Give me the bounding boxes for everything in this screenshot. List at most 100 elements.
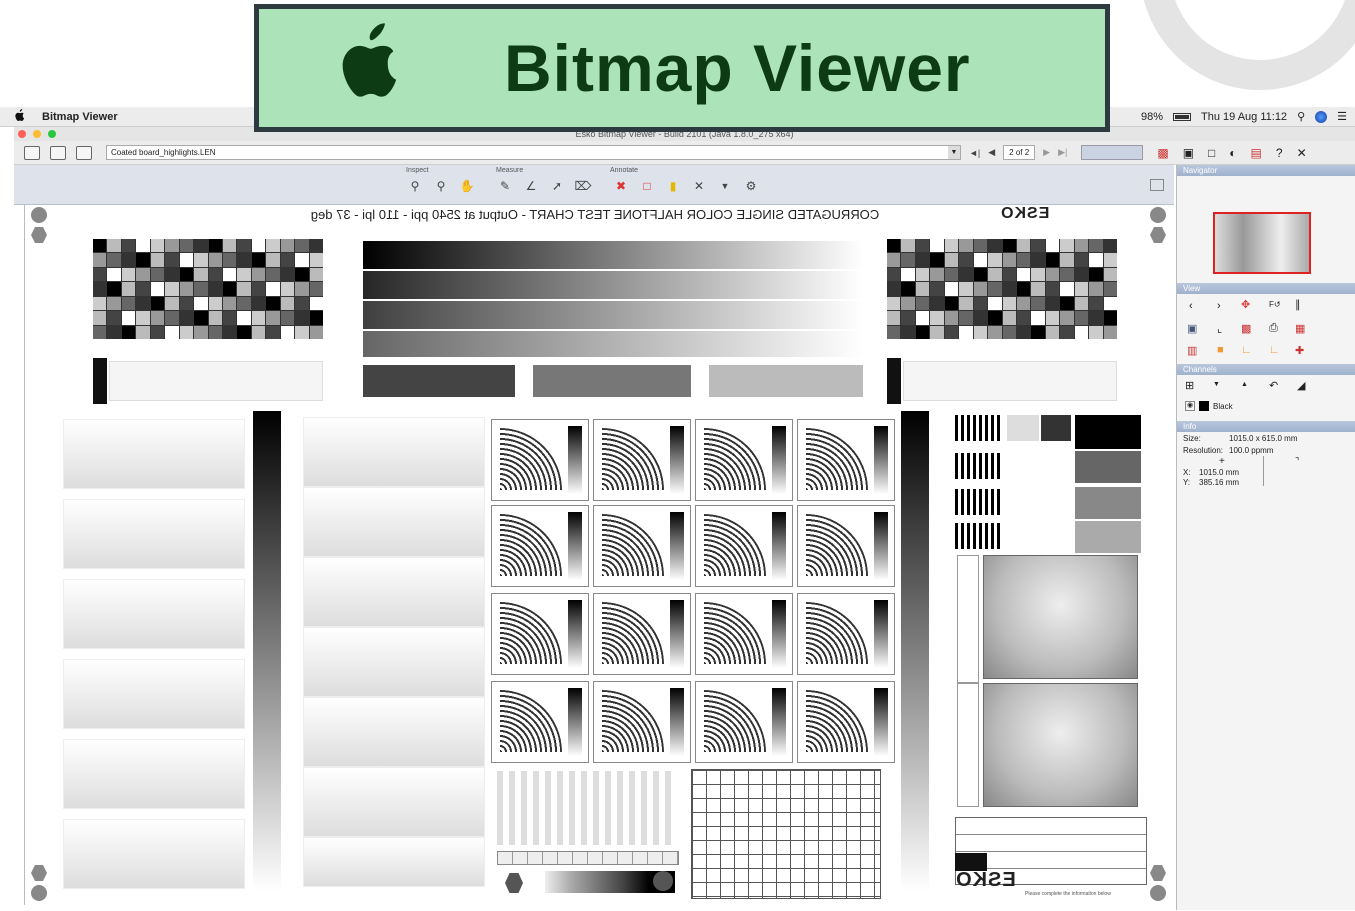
channel-invert-icon[interactable]: ◢ <box>1297 379 1305 392</box>
previous-page-icon[interactable]: ◀ <box>988 147 995 158</box>
halftone-cell <box>179 296 194 311</box>
notification-center-icon[interactable]: ☰ <box>1337 110 1347 123</box>
halftone-cell <box>1016 267 1031 282</box>
compare-icon[interactable]: ▣ <box>1183 146 1194 160</box>
zoom-in-icon[interactable]: ⚲ <box>406 177 424 195</box>
siri-icon[interactable] <box>1315 110 1328 123</box>
first-page-icon[interactable]: ◄| <box>969 148 980 158</box>
info-header[interactable]: Info <box>1177 421 1355 432</box>
halftone-cell <box>251 239 266 253</box>
grid-icon[interactable]: ▦ <box>1295 322 1305 335</box>
flip-icon[interactable]: F↺ <box>1269 300 1281 309</box>
halftone-cell <box>1002 296 1016 311</box>
measure-area-icon[interactable]: ⌦ <box>574 177 592 195</box>
halftone-cell <box>107 325 121 339</box>
menubar-clock[interactable]: Thu 19 Aug 11:12 <box>1201 111 1287 123</box>
navigator-header[interactable]: Navigator <box>1177 165 1355 176</box>
halftone-cell <box>1031 267 1045 282</box>
densitometer-icon[interactable]: ➚ <box>548 177 566 195</box>
fit-icon[interactable]: ∥ <box>1295 298 1301 311</box>
view-header[interactable]: View <box>1177 283 1355 294</box>
angle-icon[interactable]: ∠ <box>522 177 540 195</box>
window-icon[interactable]: □ <box>1208 146 1215 160</box>
crosshair-icon[interactable]: ✚ <box>1295 344 1304 357</box>
annotate-note-icon[interactable]: ▮ <box>664 177 682 195</box>
halftone-cell <box>1074 296 1089 311</box>
annotation-dropdown-icon[interactable]: ▼ <box>716 177 734 195</box>
axis-alt-icon[interactable]: ∟ <box>1269 344 1280 356</box>
next-page-icon[interactable]: ▶ <box>1043 147 1050 158</box>
last-page-icon[interactable]: ▶| <box>1058 147 1067 158</box>
halftone-cell <box>121 311 136 325</box>
halftone-cell <box>1045 311 1060 325</box>
channel-grid-icon[interactable]: ⊞ <box>1185 379 1194 392</box>
zoom-field[interactable] <box>1081 145 1144 160</box>
ruler-icon[interactable]: ✎ <box>496 177 514 195</box>
halftone-cell <box>237 296 251 311</box>
document-canvas[interactable]: CORRUGATED SINGLE COLOR HALFTONE TEST CH… <box>24 205 1174 905</box>
halftone-cell <box>915 311 930 325</box>
halftone-cell <box>251 267 266 282</box>
line-patches <box>497 771 675 845</box>
halftone-cell <box>179 239 194 253</box>
open-folder-icon[interactable] <box>50 145 66 160</box>
rotate-right-icon[interactable]: › <box>1217 300 1221 312</box>
layers-icon[interactable]: ▩ <box>1241 322 1251 335</box>
overlay-icon[interactable]: ■ <box>1217 344 1224 356</box>
print-icon[interactable]: ⎙ <box>1269 322 1278 335</box>
close-icon[interactable]: ✕ <box>1297 146 1307 160</box>
fit-page-icon[interactable]: ▣ <box>1187 322 1197 335</box>
help-icon[interactable]: ? <box>1276 146 1283 160</box>
channel-undo-icon[interactable]: ↶ <box>1269 379 1278 392</box>
halftone-cell <box>194 282 208 296</box>
file-select[interactable]: Coated board_highlights.LEN ▼ <box>106 145 961 160</box>
halftone-cell <box>959 239 973 253</box>
rotate-left-icon[interactable]: ‹ <box>1189 300 1193 312</box>
annotate-rectangle-icon[interactable]: □ <box>638 177 656 195</box>
annotate-pin-icon[interactable]: ✖ <box>612 177 630 195</box>
navigator-thumbnail[interactable] <box>1213 212 1311 274</box>
halftone-cell <box>179 253 194 267</box>
color-picker-icon[interactable]: ◐ <box>1229 146 1236 160</box>
halftone-cell <box>251 253 266 267</box>
crop-icon[interactable]: ⌞ <box>1217 322 1222 335</box>
halftone-cell <box>165 296 179 311</box>
battery-percent: 98% <box>1140 110 1164 123</box>
halftone-cell <box>251 282 266 296</box>
app-menu-name[interactable]: Bitmap Viewer <box>42 111 118 123</box>
halftone-cell <box>1103 296 1117 311</box>
center-icon[interactable]: ✥ <box>1241 298 1250 311</box>
apple-menu-icon[interactable] <box>14 109 26 124</box>
channel-up-icon[interactable]: ▲ <box>1241 381 1248 388</box>
toggle-panel-icon[interactable] <box>1150 179 1164 191</box>
vertical-vignette <box>901 411 929 891</box>
open-document-icon[interactable] <box>24 145 40 160</box>
vertical-vignette <box>253 411 281 891</box>
size-value: 1015.0 x 615.0 mm <box>1229 434 1298 443</box>
hand-pan-icon[interactable]: ✋ <box>458 177 476 195</box>
channel-down-icon[interactable]: ▼ <box>1213 381 1220 388</box>
annotation-settings-icon[interactable]: ⚙ <box>742 177 760 195</box>
battery-icon[interactable] <box>1173 112 1192 121</box>
delete-annotation-icon[interactable]: ✕ <box>690 177 708 195</box>
tone-patch-light <box>709 365 863 397</box>
zoom-out-icon[interactable]: ⚲ <box>432 177 450 195</box>
halftone-cell <box>959 325 973 339</box>
chevron-down-icon[interactable]: ▼ <box>948 146 960 159</box>
zoom-window-button[interactable] <box>48 130 56 138</box>
halftone-patch-grid-right <box>887 239 1117 339</box>
spotlight-search-icon[interactable]: ⚲ <box>1297 110 1305 123</box>
separations-icon[interactable]: ▩ <box>1157 146 1168 160</box>
close-window-button[interactable] <box>18 130 26 138</box>
minimize-window-button[interactable] <box>33 130 41 138</box>
halftone-cell <box>93 253 107 267</box>
eye-icon[interactable]: ◉ <box>1185 401 1195 411</box>
page-indicator[interactable]: 2 of 2 <box>1003 145 1036 160</box>
channels-header[interactable]: Channels <box>1177 364 1355 375</box>
reload-folder-icon[interactable] <box>76 145 92 160</box>
axis-icon[interactable]: ∟ <box>1241 344 1252 356</box>
report-icon[interactable]: ▤ <box>1251 146 1262 160</box>
halftone-cell <box>121 239 136 253</box>
halftone-cell <box>165 267 179 282</box>
ruler-view-icon[interactable]: ▥ <box>1187 344 1197 357</box>
